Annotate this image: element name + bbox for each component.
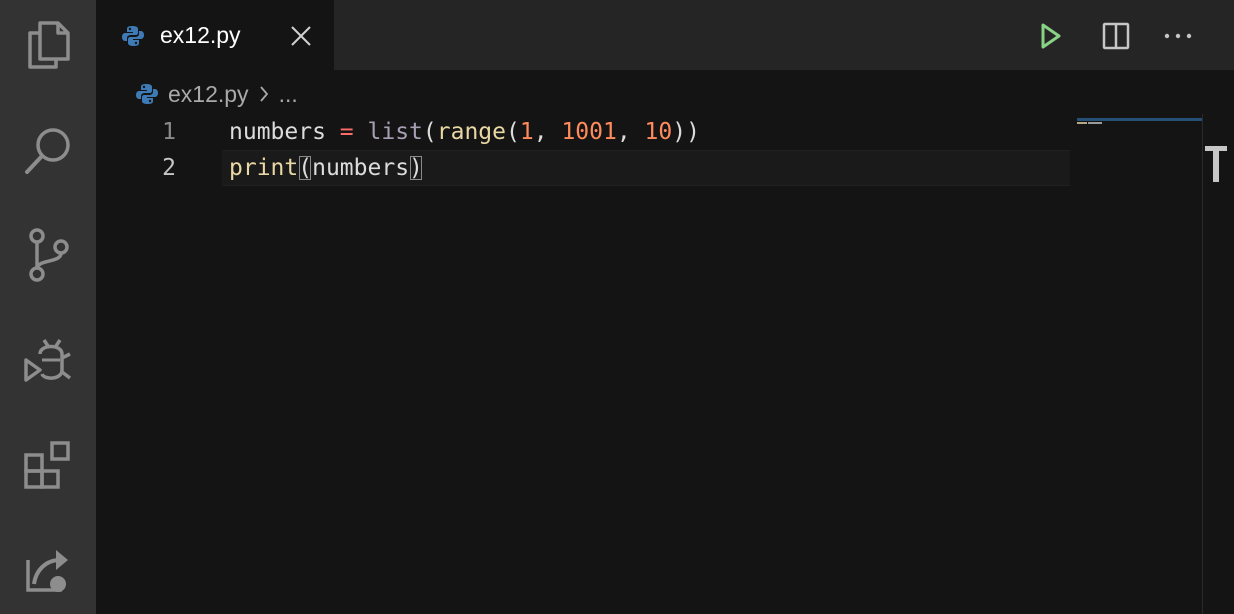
token-builtin: list bbox=[367, 119, 423, 145]
line-number: 2 bbox=[162, 155, 176, 181]
python-icon bbox=[122, 26, 144, 46]
token-punctuation: , bbox=[616, 119, 645, 145]
remote-explorer-button[interactable] bbox=[0, 525, 96, 614]
token-bracket: )) bbox=[672, 119, 700, 145]
token-bracket: ( bbox=[506, 119, 520, 145]
extensions-button[interactable] bbox=[0, 420, 96, 510]
breadcrumb-file[interactable]: ex12.py bbox=[168, 81, 249, 108]
breadcrumb: ex12.py ... bbox=[136, 78, 298, 110]
chevron-right-icon bbox=[259, 86, 268, 102]
token-bracket-match: ) bbox=[409, 155, 423, 181]
close-icon[interactable] bbox=[290, 25, 312, 47]
source-control-icon bbox=[29, 228, 69, 282]
tab-bar: ex12.py bbox=[96, 0, 1234, 70]
ellipsis-icon[interactable] bbox=[1164, 22, 1192, 50]
token-variable: numbers bbox=[229, 119, 326, 145]
token-variable: numbers bbox=[312, 155, 410, 181]
text-cursor-icon bbox=[1205, 146, 1227, 182]
vscode-window: ex12.py ex12.py ... 1 2 numbers = list(r… bbox=[0, 0, 1234, 614]
vertical-scrollbar[interactable] bbox=[1202, 114, 1231, 614]
search-button[interactable] bbox=[0, 105, 96, 195]
remote-explorer-icon bbox=[26, 550, 68, 592]
search-icon bbox=[25, 128, 70, 174]
token-number: 1001 bbox=[561, 119, 617, 145]
files-icon bbox=[28, 21, 70, 69]
code-line[interactable]: print(numbers) bbox=[229, 150, 423, 186]
explorer-button[interactable] bbox=[0, 0, 96, 90]
minimap-slider[interactable] bbox=[1077, 118, 1202, 121]
extensions-icon bbox=[24, 441, 70, 489]
token-bracket: ( bbox=[422, 119, 437, 145]
python-icon bbox=[136, 84, 158, 104]
code-line[interactable]: numbers = list(range(1, 1001, 10)) bbox=[229, 114, 700, 150]
token-punctuation: , bbox=[533, 119, 562, 145]
source-control-button[interactable] bbox=[0, 210, 96, 300]
tab-ex12-py[interactable]: ex12.py bbox=[96, 0, 334, 70]
activity-bar bbox=[0, 0, 96, 614]
token-function: range bbox=[436, 119, 507, 145]
token-bracket-match: ( bbox=[298, 155, 313, 181]
tab-label: ex12.py bbox=[160, 22, 241, 48]
play-icon[interactable] bbox=[1040, 22, 1062, 50]
token-number: 1 bbox=[519, 119, 534, 145]
split-editor-icon[interactable] bbox=[1102, 22, 1130, 50]
token-function: print bbox=[229, 155, 299, 181]
line-number: 1 bbox=[162, 119, 176, 145]
run-debug-button[interactable] bbox=[0, 315, 96, 405]
debug-icon bbox=[24, 339, 72, 382]
breadcrumb-symbols[interactable]: ... bbox=[279, 81, 298, 108]
token-operator: = bbox=[339, 119, 354, 145]
token-number: 10 bbox=[644, 119, 673, 145]
